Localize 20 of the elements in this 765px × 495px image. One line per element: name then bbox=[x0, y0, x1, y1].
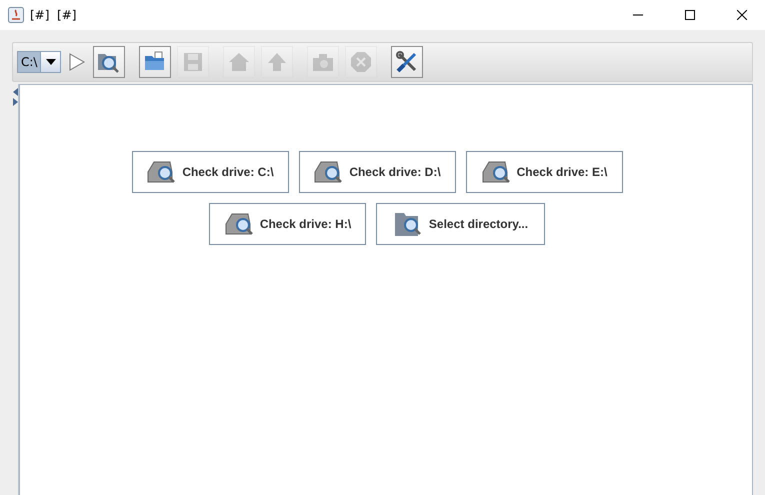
expand-arrow-icon[interactable] bbox=[12, 98, 18, 106]
check-drive-button[interactable]: Check drive: H:\ bbox=[209, 203, 366, 245]
check-drive-button[interactable]: Check drive: E:\ bbox=[466, 151, 622, 193]
check-drive-button[interactable]: Check drive: C:\ bbox=[132, 151, 288, 193]
close-icon bbox=[737, 10, 747, 20]
open-folder-button[interactable] bbox=[139, 46, 172, 78]
window-title: [#] [#] bbox=[30, 8, 76, 22]
maximize-icon bbox=[685, 10, 695, 20]
dropdown-button[interactable] bbox=[40, 52, 60, 72]
java-app-icon bbox=[8, 7, 24, 23]
caret-icon bbox=[46, 59, 56, 65]
stop-icon bbox=[349, 50, 374, 74]
search-folder-button[interactable] bbox=[93, 46, 126, 78]
check-drive-button[interactable]: Check drive: D:\ bbox=[298, 151, 456, 193]
play-icon bbox=[69, 53, 86, 71]
home-icon bbox=[227, 50, 252, 74]
select-directory-button[interactable]: Select directory... bbox=[376, 203, 545, 245]
collapse-arrow-icon[interactable] bbox=[12, 88, 18, 96]
tools-button[interactable] bbox=[391, 46, 424, 78]
drive-dropdown[interactable]: C:\ bbox=[17, 51, 62, 73]
